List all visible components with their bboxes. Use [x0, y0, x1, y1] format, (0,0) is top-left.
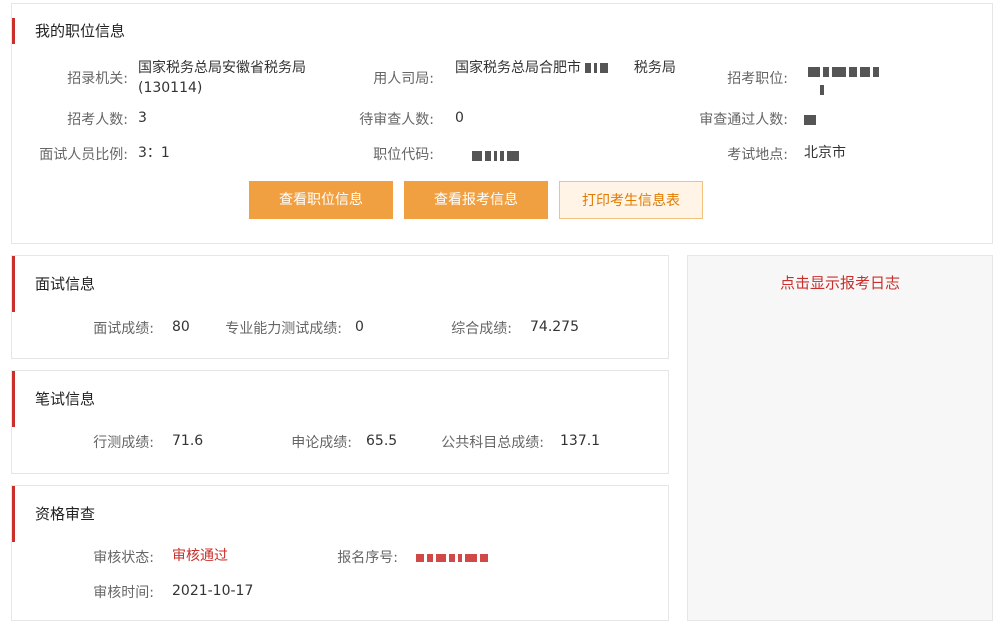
- position-redacted-2: [820, 82, 830, 95]
- department-value-prefix: 国家税务总局合肥市: [455, 60, 581, 76]
- passed-count-label: 审查通过人数:: [699, 112, 788, 128]
- recruit-count-value: 3: [138, 110, 147, 126]
- recruit-count-label: 招考人数:: [67, 112, 128, 128]
- qualification-title: 资格审查: [12, 486, 95, 542]
- position-redacted: [808, 64, 928, 77]
- interview-score-label: 面试成绩:: [93, 321, 154, 337]
- log-panel: 点击显示报考日志: [687, 255, 993, 621]
- agency-value: 国家税务总局安徽省税务局(130114): [138, 60, 306, 96]
- exam-location-label: 考试地点:: [727, 147, 788, 163]
- reg-number-label: 报名序号:: [337, 550, 398, 566]
- pending-count-value: 0: [455, 110, 464, 126]
- interview-ratio-value: 3：1: [138, 145, 170, 161]
- position-info-panel: 我的职位信息 招录机关: 国家税务总局安徽省税务局(130114) 用人司局: …: [11, 3, 993, 244]
- written-panel: 笔试信息 行测成绩: 71.6 申论成绩: 65.5 公共科目总成绩: 137.…: [11, 370, 669, 474]
- pending-count-label: 待审查人数:: [359, 112, 434, 128]
- shenlun-label: 申论成绩:: [291, 435, 352, 451]
- exam-location-value: 北京市: [804, 145, 846, 161]
- position-code-redacted: [472, 148, 572, 161]
- position-code-label: 职位代码:: [373, 147, 434, 163]
- interview-panel: 面试信息 面试成绩: 80 专业能力测试成绩: 0 综合成绩: 74.275: [11, 255, 669, 359]
- review-time-label: 审核时间:: [93, 585, 154, 601]
- show-log-link[interactable]: 点击显示报考日志: [688, 272, 992, 293]
- view-position-button[interactable]: 查看职位信息: [249, 181, 393, 219]
- xingce-label: 行测成绩:: [93, 435, 154, 451]
- shenlun-value: 65.5: [366, 433, 398, 449]
- interview-title: 面试信息: [12, 256, 95, 312]
- reg-number-redacted: [416, 550, 536, 562]
- print-form-button[interactable]: 打印考生信息表: [559, 181, 703, 219]
- professional-score-label: 专业能力测试成绩:: [225, 321, 342, 337]
- passed-count-redacted: [804, 112, 824, 125]
- department-label: 用人司局:: [373, 71, 434, 87]
- status-label: 审核状态:: [93, 550, 154, 566]
- written-title: 笔试信息: [12, 371, 95, 427]
- department-value-suffix: 税务局: [633, 60, 676, 76]
- status-value: 审核通过: [172, 548, 228, 564]
- department-redacted: [585, 58, 629, 73]
- department-value: 国家税务总局合肥市 税务局: [455, 58, 685, 78]
- interview-score-value: 80: [172, 319, 190, 335]
- agency-label: 招录机关:: [67, 71, 128, 87]
- interview-ratio-label: 面试人员比例:: [39, 147, 128, 163]
- public-total-value: 137.1: [560, 433, 601, 449]
- public-total-label: 公共科目总成绩:: [441, 435, 544, 451]
- position-info-title: 我的职位信息: [12, 18, 125, 44]
- professional-score-value: 0: [355, 319, 364, 335]
- total-score-value: 74.275: [530, 319, 579, 335]
- qualification-panel: 资格审查 审核状态: 审核通过 报名序号: 审核时间: 2021-10-17: [11, 485, 669, 621]
- view-application-button[interactable]: 查看报考信息: [404, 181, 548, 219]
- xingce-value: 71.6: [172, 433, 204, 449]
- total-score-label: 综合成绩:: [451, 321, 512, 337]
- review-time-value: 2021-10-17: [172, 583, 254, 599]
- position-label: 招考职位:: [727, 71, 788, 87]
